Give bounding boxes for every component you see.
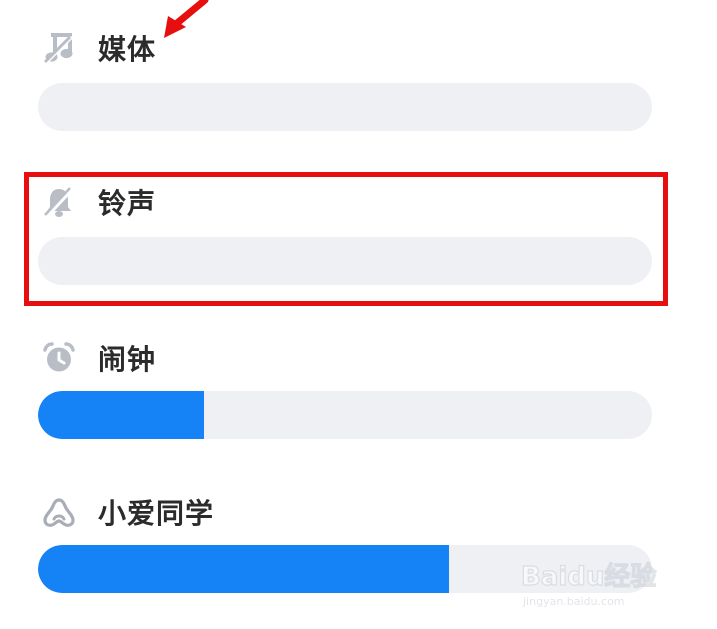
xiaoai-volume-fill: [38, 545, 450, 593]
alarm-clock-icon: [40, 339, 78, 377]
media-volume-header: 媒体: [40, 28, 156, 68]
highlight-box: [24, 172, 668, 306]
alarm-volume-label: 闹钟: [98, 343, 157, 376]
watermark-brand: Baidu经验: [521, 561, 656, 592]
media-volume-slider[interactable]: [38, 83, 652, 131]
music-note-icon: [40, 29, 78, 67]
alarm-volume-header: 闹钟: [40, 338, 156, 378]
baidu-watermark: Baidu经验 jingyan.baidu.com: [519, 551, 679, 611]
xiaoai-volume-header: 小爱同学: [40, 492, 214, 532]
media-volume-label: 媒体: [98, 33, 157, 66]
watermark-url: jingyan.baidu.com: [522, 595, 625, 608]
alarm-volume-fill: [38, 391, 204, 439]
alarm-volume-slider[interactable]: [38, 391, 652, 439]
xiaoai-volume-label: 小爱同学: [98, 497, 215, 530]
xiaoai-assistant-icon: [40, 493, 78, 531]
